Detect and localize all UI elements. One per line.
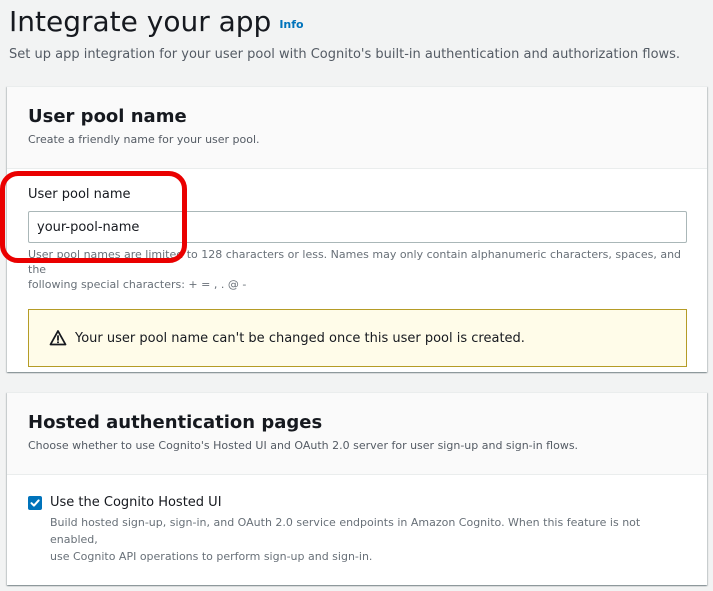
checkmark-icon [30, 499, 40, 507]
warning-alert-text: Your user pool name can't be changed onc… [75, 330, 525, 346]
hosted-auth-section-description: Choose whether to use Cognito's Hosted U… [28, 439, 579, 452]
page-title-row: Integrate your app Info [9, 4, 713, 40]
user-pool-name-header: User pool name Create a friendly name fo… [7, 87, 707, 169]
page-header: Integrate your app Info Set up app integ… [9, 4, 713, 64]
hosted-ui-checkbox-label[interactable]: Use the Cognito Hosted UI [50, 494, 222, 512]
hosted-ui-description-line1: Build hosted sign-up, sign-in, and OAuth… [50, 516, 641, 546]
info-link[interactable]: Info [279, 18, 303, 31]
user-pool-name-field-label: User pool name [28, 187, 131, 202]
user-pool-name-constraint: User pool names are limited to 128 chara… [28, 247, 687, 292]
user-pool-name-section-description: Create a friendly name for your user poo… [28, 133, 260, 146]
user-pool-name-input[interactable] [28, 211, 687, 243]
hosted-ui-description-line2: use Cognito API operations to perform si… [50, 550, 373, 563]
hosted-auth-section-title: Hosted authentication pages [28, 412, 323, 433]
hosted-auth-header: Hosted authentication pages Choose wheth… [7, 393, 707, 475]
warning-icon [49, 330, 67, 346]
user-pool-name-warning-alert: Your user pool name can't be changed onc… [28, 309, 687, 367]
hosted-auth-container: Hosted authentication pages Choose wheth… [7, 392, 707, 585]
hosted-ui-checkbox[interactable] [28, 496, 42, 510]
user-pool-name-body: User pool name User pool names are limit… [7, 169, 707, 367]
page-description: Set up app integration for your user poo… [9, 47, 681, 62]
hosted-auth-body: Use the Cognito Hosted UI Build hosted s… [7, 475, 707, 565]
user-pool-name-constraint-line1: User pool names are limited to 128 chara… [28, 248, 682, 276]
hosted-ui-checkbox-row[interactable]: Use the Cognito Hosted UI [28, 494, 687, 512]
user-pool-name-constraint-line2: following special characters: + = , . @ … [28, 278, 247, 291]
user-pool-name-container: User pool name Create a friendly name fo… [7, 86, 707, 372]
hosted-ui-checkbox-description: Build hosted sign-up, sign-in, and OAuth… [50, 514, 690, 565]
page: Integrate your app Info Set up app integ… [0, 0, 713, 591]
user-pool-name-section-title: User pool name [28, 106, 187, 127]
page-title: Integrate your app [9, 5, 272, 38]
